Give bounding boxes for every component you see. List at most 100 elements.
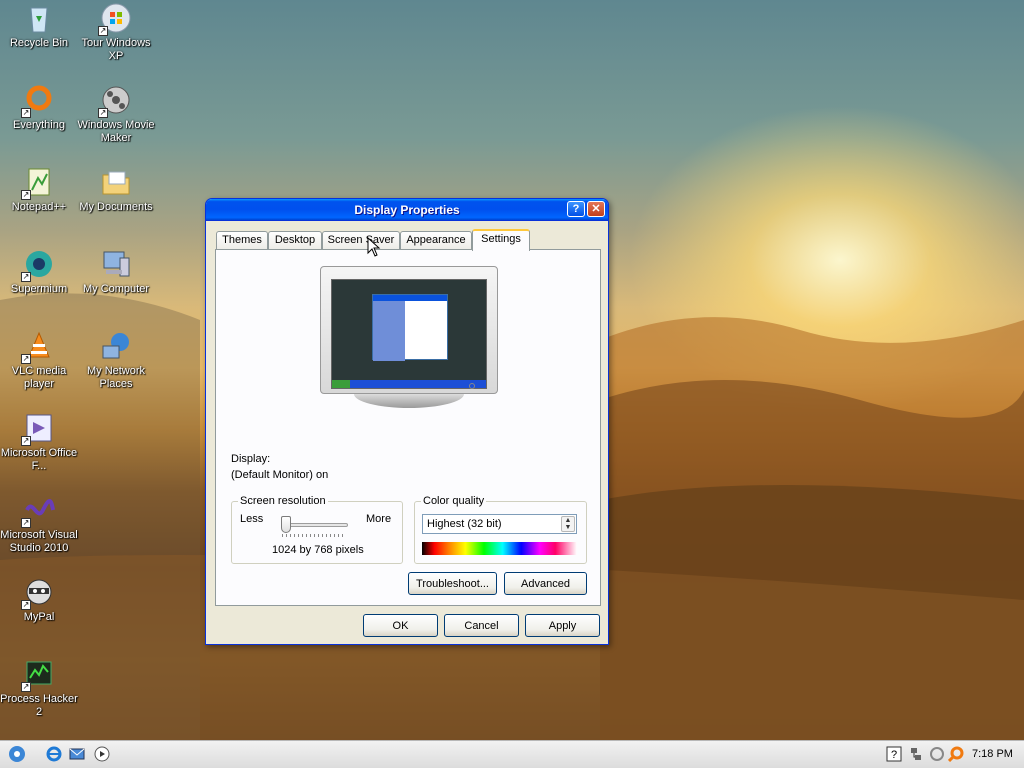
cancel-button[interactable]: Cancel bbox=[444, 614, 519, 637]
recycle-bin-icon bbox=[23, 2, 55, 34]
update-tray-icon[interactable] bbox=[929, 746, 945, 762]
shortcut-arrow-icon: ↗ bbox=[21, 436, 31, 446]
desktop-icon-label: Supermium bbox=[10, 283, 68, 295]
ok-button[interactable]: OK bbox=[363, 614, 438, 637]
resolution-value: 1024 by 768 pixels bbox=[272, 544, 364, 556]
shortcut-arrow-icon: ↗ bbox=[21, 272, 31, 282]
svg-text:?: ? bbox=[891, 749, 897, 761]
taskbar-clock[interactable]: 7:18 PM bbox=[972, 748, 1013, 760]
network-tray-icon[interactable] bbox=[908, 746, 924, 762]
search-tray-icon[interactable] bbox=[947, 746, 964, 763]
resolution-slider-track[interactable] bbox=[282, 523, 348, 527]
help-button[interactable]: ? bbox=[567, 201, 585, 217]
shortcut-arrow-icon: ↗ bbox=[21, 518, 31, 528]
desktop-icon-label: VLC media player bbox=[11, 365, 67, 390]
color-quality-group: Color quality Highest (32 bit) ▲ ▼ bbox=[414, 495, 587, 564]
desktop-icon-visual-studio[interactable]: ↗ Microsoft Visual Studio 2010 bbox=[0, 494, 78, 555]
folder-icon bbox=[100, 166, 132, 198]
internet-explorer-icon[interactable] bbox=[46, 746, 62, 762]
close-button[interactable]: ✕ bbox=[587, 201, 605, 217]
film-reel-icon: ↗ bbox=[98, 84, 132, 118]
desktop-icon-my-documents[interactable]: My Documents bbox=[77, 166, 155, 214]
outlook-express-icon[interactable] bbox=[69, 746, 85, 762]
troubleshoot-button[interactable]: Troubleshoot... bbox=[408, 572, 497, 595]
resolution-slider-thumb[interactable] bbox=[281, 516, 291, 533]
display-label: Display: bbox=[231, 453, 271, 465]
monitor-stand bbox=[354, 394, 464, 408]
mypal-raccoon-icon: ↗ bbox=[21, 576, 55, 610]
shortcut-arrow-icon: ↗ bbox=[21, 600, 31, 610]
preview-window bbox=[372, 294, 448, 361]
monitor-power-led bbox=[469, 383, 475, 389]
desktop-icon-label: Notepad++ bbox=[11, 201, 67, 213]
desktop-icon-windows-movie-maker[interactable]: ↗ Windows Movie Maker bbox=[77, 84, 155, 145]
supermium-browser-icon: ↗ bbox=[21, 248, 55, 282]
monitor-screen-preview bbox=[331, 279, 487, 389]
screen-resolution-group: Screen resolution Less More 1024 by 768 … bbox=[231, 495, 403, 564]
tab-settings[interactable]: Settings bbox=[472, 229, 530, 251]
vlc-cone-icon: ↗ bbox=[21, 330, 55, 364]
advanced-button[interactable]: Advanced bbox=[504, 572, 587, 595]
notepad-plus-plus-icon: ↗ bbox=[21, 166, 55, 200]
mouse-pointer-icon bbox=[367, 237, 381, 257]
monitor-preview bbox=[320, 266, 498, 412]
desktop-icon-my-network-places[interactable]: My Network Places bbox=[77, 330, 155, 391]
help-tray-icon[interactable]: ? bbox=[886, 746, 902, 762]
color-quality-legend: Color quality bbox=[421, 495, 487, 507]
desktop-icon-label: My Network Places bbox=[86, 365, 146, 390]
tab-desktop[interactable]: Desktop bbox=[268, 231, 322, 250]
desktop-icon-microsoft-office[interactable]: ↗ Microsoft Office F... bbox=[0, 412, 78, 473]
network-icon bbox=[100, 330, 132, 362]
tab-screen-saver[interactable]: Screen Saver bbox=[322, 231, 400, 250]
window-title: Display Properties bbox=[354, 203, 460, 217]
desktop-icon-tour-windows-xp[interactable]: ↗ Tour Windows XP bbox=[77, 2, 155, 63]
desktop-icon-label: Process Hacker 2 bbox=[0, 693, 78, 718]
desktop-icon-recycle-bin[interactable]: Recycle Bin bbox=[0, 2, 78, 50]
desktop-icon-process-hacker[interactable]: ↗ Process Hacker 2 bbox=[0, 658, 78, 719]
shortcut-arrow-icon: ↗ bbox=[21, 108, 31, 118]
slider-more-label: More bbox=[366, 513, 392, 525]
desktop-icon-everything[interactable]: ↗ Everything bbox=[0, 84, 78, 132]
media-player-icon[interactable] bbox=[94, 746, 110, 762]
visual-studio-icon: ↗ bbox=[21, 494, 55, 528]
color-quality-select[interactable]: Highest (32 bit) ▲ ▼ bbox=[422, 514, 577, 534]
shortcut-arrow-icon: ↗ bbox=[98, 26, 108, 36]
color-spectrum-bar bbox=[422, 542, 577, 555]
desktop-icon-supermium[interactable]: ↗ Supermium bbox=[0, 248, 78, 296]
office-icon: ↗ bbox=[21, 412, 55, 446]
apply-button[interactable]: Apply bbox=[525, 614, 600, 637]
desktop-icon-label: My Computer bbox=[82, 283, 150, 295]
slider-less-label: Less bbox=[240, 513, 264, 525]
desktop-icon-label: Microsoft Visual Studio 2010 bbox=[0, 529, 78, 554]
process-hacker-icon: ↗ bbox=[21, 658, 55, 692]
shortcut-arrow-icon: ↗ bbox=[21, 190, 31, 200]
tab-themes[interactable]: Themes bbox=[216, 231, 268, 250]
desktop-icon-mypal[interactable]: ↗ MyPal bbox=[0, 576, 78, 624]
start-button-icon[interactable] bbox=[7, 744, 27, 764]
desktop-icon-label: Recycle Bin bbox=[9, 37, 69, 49]
desktop-icon-label: My Documents bbox=[79, 201, 153, 213]
tab-appearance[interactable]: Appearance bbox=[400, 231, 472, 250]
spin-arrows-icon[interactable]: ▲ ▼ bbox=[561, 516, 575, 532]
display-properties-window: Display Properties ? ✕ Themes Desktop Sc… bbox=[205, 198, 609, 645]
desktop-icon-my-computer[interactable]: My Computer bbox=[77, 248, 155, 296]
tour-windows-xp-icon: ↗ bbox=[98, 2, 132, 36]
title-bar[interactable]: Display Properties ? ✕ bbox=[206, 199, 608, 221]
desktop-icon-label: Tour Windows XP bbox=[81, 37, 151, 62]
computer-icon bbox=[100, 248, 132, 280]
shortcut-arrow-icon: ↗ bbox=[98, 108, 108, 118]
color-quality-selected: Highest (32 bit) bbox=[427, 518, 502, 530]
desktop-icon-label: Everything bbox=[13, 119, 65, 131]
monitor-frame bbox=[320, 266, 498, 394]
slider-ticks bbox=[282, 534, 346, 537]
display-value: (Default Monitor) on bbox=[231, 469, 329, 481]
shortcut-arrow-icon: ↗ bbox=[21, 354, 31, 364]
shortcut-arrow-icon: ↗ bbox=[21, 682, 31, 692]
desktop-icon-notepad-plus-plus[interactable]: ↗ Notepad++ bbox=[0, 166, 78, 214]
screen-resolution-legend: Screen resolution bbox=[238, 495, 328, 507]
desktop-icon-label: Microsoft Office F... bbox=[0, 447, 78, 472]
settings-panel: Display: (Default Monitor) on Screen res… bbox=[215, 249, 601, 606]
desktop-icon-label: MyPal bbox=[23, 611, 55, 623]
everything-search-icon: ↗ bbox=[21, 84, 55, 118]
desktop-icon-vlc[interactable]: ↗ VLC media player bbox=[0, 330, 78, 391]
